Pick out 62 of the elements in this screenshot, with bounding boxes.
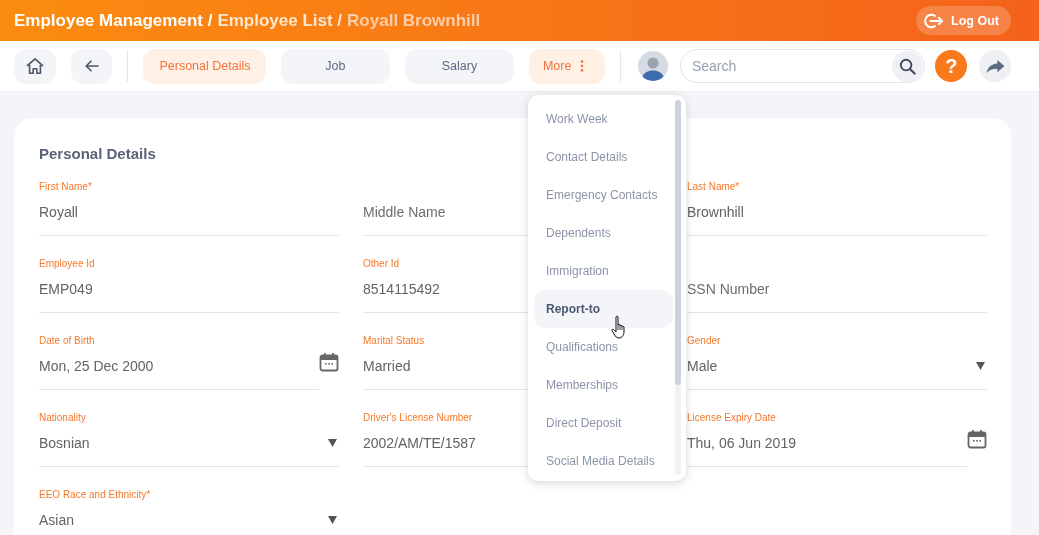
share-icon: [985, 58, 1005, 74]
field-label: Last Name*: [687, 180, 740, 194]
field-label: Middle Name: [363, 203, 446, 222]
share-button[interactable]: [979, 50, 1011, 82]
back-button[interactable]: [70, 48, 113, 84]
scrollbar-track[interactable]: [675, 100, 681, 475]
more-button[interactable]: More: [528, 48, 605, 84]
field-label: Nationality: [39, 411, 86, 425]
hand-cursor-icon: [611, 315, 627, 339]
field-label: Gender: [687, 334, 721, 348]
field-label: Date of Birth: [39, 334, 95, 348]
logout-icon: [924, 12, 945, 29]
text-field[interactable]: SSN Number: [687, 257, 987, 313]
field-label: First Name*: [39, 180, 92, 194]
search-icon: [899, 57, 917, 75]
field-value: Asian: [39, 511, 75, 530]
card-title: Personal Details: [39, 144, 156, 164]
dropdown-field[interactable]: Gender Male: [687, 334, 987, 390]
caret-icon: [328, 516, 337, 524]
menu-item[interactable]: Report-to: [534, 290, 673, 328]
field-value: Male: [687, 357, 718, 376]
search-field[interactable]: Search: [679, 49, 926, 83]
date-field[interactable]: License Expiry Date Thu, 06 Jun 2019: [687, 411, 967, 467]
field-value: 2002/AM/TE/1587: [363, 434, 476, 453]
field-value: Mon, 25 Dec 2000: [39, 357, 154, 376]
field-value: EMP049: [39, 280, 93, 299]
dropdown-field[interactable]: EEO Race and Ethnicity* Asian: [39, 488, 339, 535]
field-value: Bosnian: [39, 434, 90, 453]
menu-item[interactable]: Contact Details: [534, 138, 673, 176]
home-button[interactable]: [14, 48, 56, 84]
avatar-icon[interactable]: [637, 51, 668, 81]
caret-icon: [328, 439, 337, 447]
caret-icon: [976, 362, 985, 370]
field-label: Driver's License Number: [363, 411, 473, 425]
calendar-icon[interactable]: [967, 429, 987, 449]
field-value: 8514115492: [363, 280, 440, 299]
menu-item[interactable]: Work Week: [534, 100, 673, 138]
text-field[interactable]: First Name* Royall: [39, 180, 339, 236]
home-icon: [25, 57, 44, 75]
kebab-menu-icon: [580, 60, 585, 72]
field-value: Brownhill: [687, 203, 744, 222]
date-field[interactable]: Date of Birth Mon, 25 Dec 2000: [39, 334, 319, 390]
calendar-icon[interactable]: [319, 352, 339, 372]
field-value: Royall: [39, 203, 78, 222]
arrow-left-icon: [84, 60, 99, 72]
field-value: Thu, 06 Jun 2019: [687, 434, 796, 453]
text-field[interactable]: Employee Id EMP049: [39, 257, 339, 313]
field-label: Employee Id: [39, 257, 95, 271]
field-label: SSN Number: [687, 280, 770, 299]
scrollbar-thumb[interactable]: [675, 100, 681, 385]
field-value: Married: [363, 357, 411, 376]
field-label: EEO Race and Ethnicity*: [39, 488, 151, 502]
help-button[interactable]: ?: [935, 50, 968, 82]
breadcrumb-current: Royall Brownhill: [347, 10, 481, 31]
tab[interactable]: Personal Details: [143, 48, 266, 84]
tab[interactable]: Salary: [404, 48, 514, 84]
tab[interactable]: Job: [280, 48, 390, 84]
text-field[interactable]: Last Name* Brownhill: [687, 180, 987, 236]
dropdown-field[interactable]: Nationality Bosnian: [39, 411, 339, 467]
field-label: Marital Status: [363, 334, 425, 348]
field-label: Other Id: [363, 257, 400, 271]
field-label: License Expiry Date: [687, 411, 776, 425]
